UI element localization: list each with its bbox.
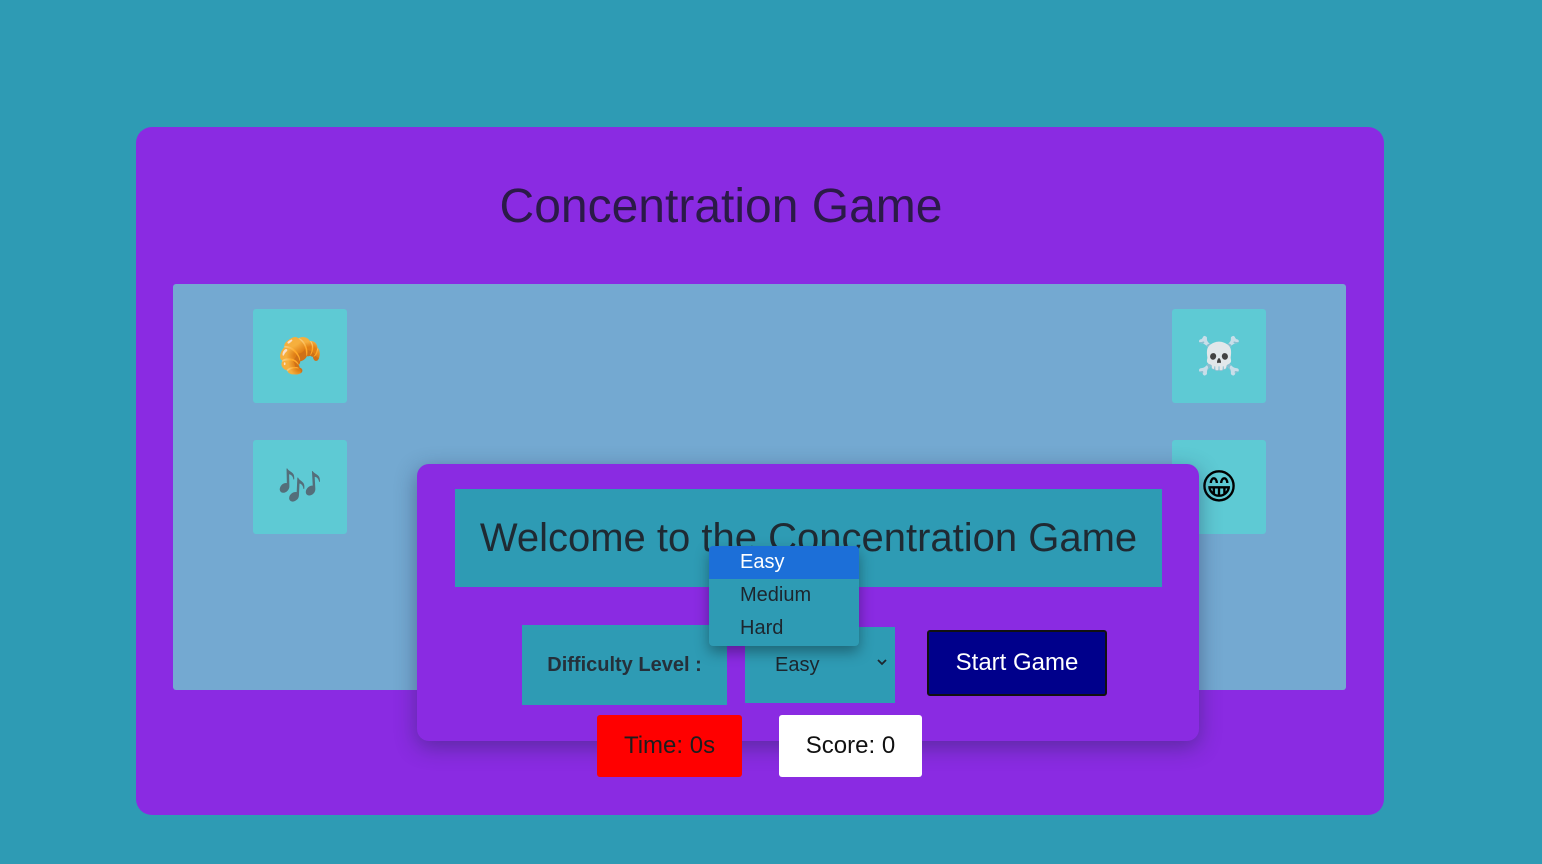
card-music[interactable]: 🎶 — [253, 440, 347, 534]
difficulty-label: Difficulty Level : — [522, 625, 727, 705]
time-display: Time: 0s — [597, 715, 742, 777]
difficulty-dropdown: Easy Medium Hard — [709, 546, 859, 646]
option-easy[interactable]: Easy — [709, 546, 859, 579]
chevron-down-icon — [875, 655, 889, 669]
skull-crossbones-icon: ☠️ — [1196, 335, 1242, 376]
difficulty-select-value: Easy — [775, 653, 820, 676]
music-notes-icon: 🎶 — [277, 466, 323, 507]
option-hard[interactable]: Hard — [709, 612, 859, 645]
card-skull[interactable]: ☠️ — [1172, 309, 1266, 403]
grinning-face-icon: 😁 — [1200, 466, 1238, 507]
option-medium[interactable]: Medium — [709, 579, 859, 612]
game-container: Concentration Game 🥐 ☠️ 🎶 😁 👍 👽 👽 Welcom… — [136, 127, 1384, 815]
start-game-button[interactable]: Start Game — [927, 630, 1107, 696]
card-croissant[interactable]: 🥐 — [253, 309, 347, 403]
croissant-icon: 🥐 — [277, 335, 323, 376]
game-title: Concentration Game — [499, 180, 943, 233]
score-display: Score: 0 — [779, 715, 922, 777]
